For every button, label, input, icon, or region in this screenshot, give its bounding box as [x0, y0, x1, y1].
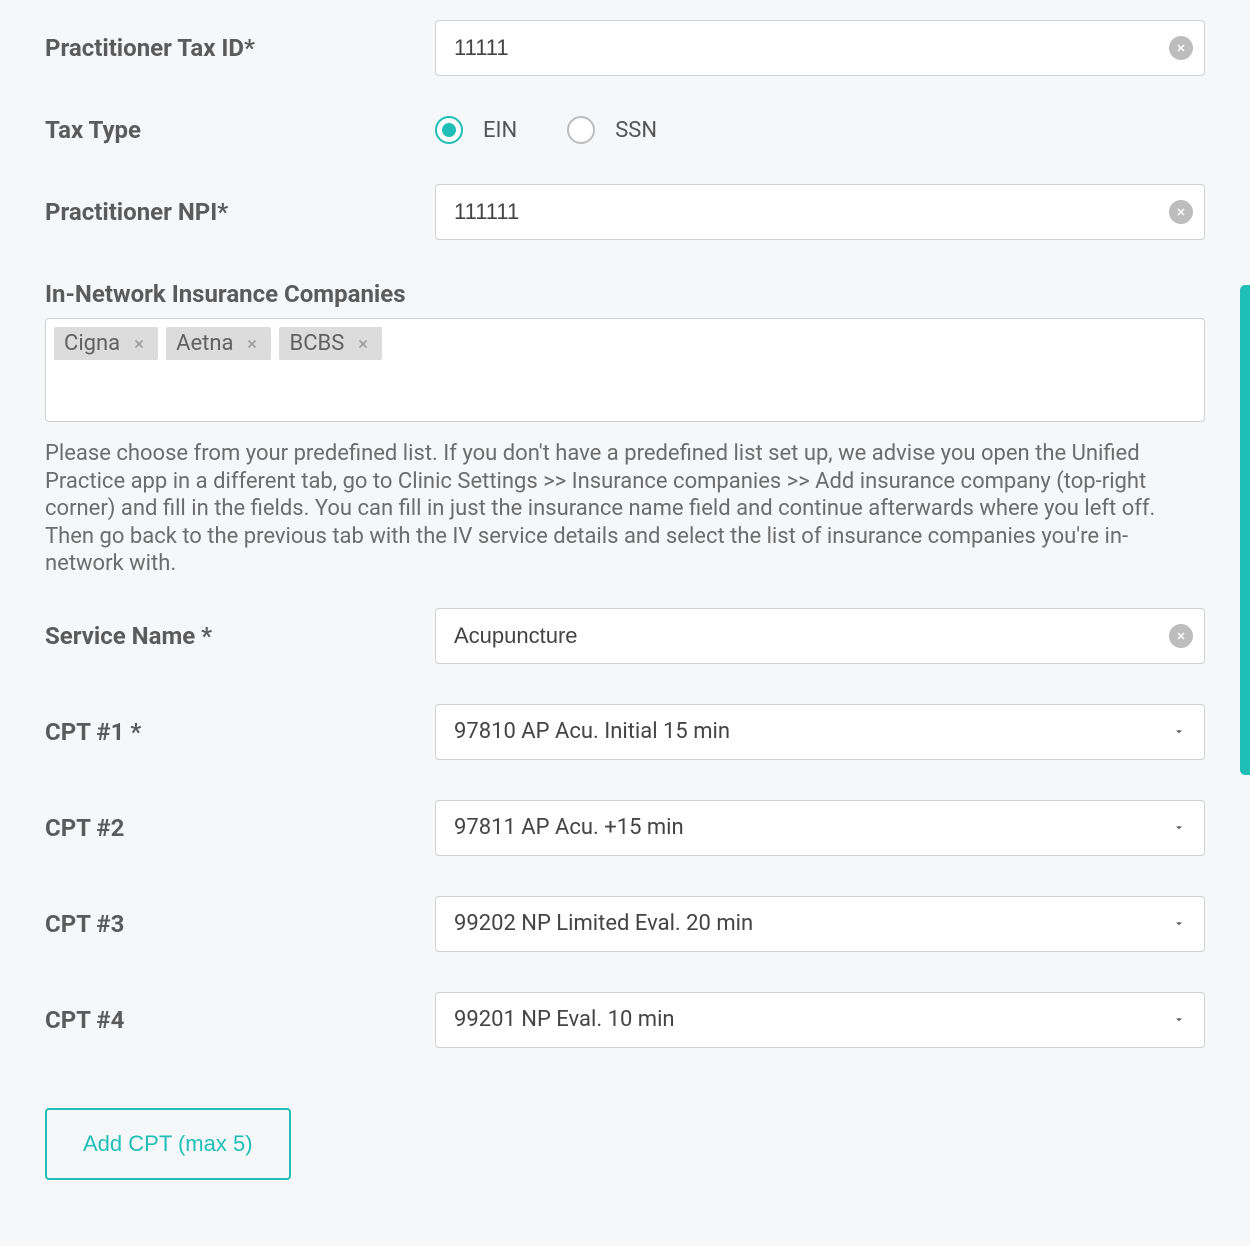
- tag-label: BCBS: [289, 331, 344, 356]
- row-cpt-3: CPT #3 99202 NP Limited Eval. 20 min: [45, 876, 1205, 972]
- label-cpt-3: CPT #3: [45, 910, 435, 938]
- control-tax-type: EIN SSN: [435, 116, 1205, 144]
- cpt-1-select[interactable]: 97810 AP Acu. Initial 15 min: [435, 704, 1205, 760]
- label-npi: Practitioner NPI*: [45, 198, 435, 226]
- row-npi: Practitioner NPI*: [45, 164, 1205, 260]
- chevron-down-icon: [1172, 815, 1186, 840]
- label-insurance: In-Network Insurance Companies: [45, 280, 1205, 308]
- radio-ssn[interactable]: SSN: [567, 116, 657, 144]
- label-cpt-1: CPT #1 *: [45, 718, 435, 746]
- remove-tag-icon[interactable]: [130, 335, 148, 353]
- cpt-2-select[interactable]: 97811 AP Acu. +15 min: [435, 800, 1205, 856]
- tag-aetna: Aetna: [166, 327, 271, 360]
- cpt-4-select[interactable]: 99201 NP Eval. 10 min: [435, 992, 1205, 1048]
- cpt-2-value: 97811 AP Acu. +15 min: [454, 815, 684, 840]
- insurance-helper-text: Please choose from your predefined list.…: [45, 440, 1205, 578]
- label-cpt-2: CPT #2: [45, 814, 435, 842]
- row-service-name: Service Name *: [45, 578, 1205, 684]
- row-cpt-2: CPT #2 97811 AP Acu. +15 min: [45, 780, 1205, 876]
- chevron-down-icon: [1172, 719, 1186, 744]
- row-insurance: In-Network Insurance Companies Cigna Aet…: [45, 280, 1205, 578]
- cpt-1-value: 97810 AP Acu. Initial 15 min: [454, 719, 730, 744]
- cpt-3-value: 99202 NP Limited Eval. 20 min: [454, 911, 753, 936]
- tag-label: Cigna: [64, 331, 120, 356]
- radio-icon: [567, 116, 595, 144]
- label-tax-type: Tax Type: [45, 116, 435, 144]
- control-service-name: [435, 608, 1205, 664]
- radio-label-ein: EIN: [483, 118, 517, 143]
- control-npi: [435, 184, 1205, 240]
- control-cpt-2: 97811 AP Acu. +15 min: [435, 800, 1205, 856]
- form-page: Practitioner Tax ID* Tax Type EIN SSN: [0, 0, 1250, 1246]
- label-cpt-4: CPT #4: [45, 1006, 435, 1034]
- service-name-input[interactable]: [435, 608, 1205, 664]
- remove-tag-icon[interactable]: [243, 335, 261, 353]
- chevron-down-icon: [1172, 911, 1186, 936]
- remove-tag-icon[interactable]: [354, 335, 372, 353]
- tag-label: Aetna: [176, 331, 233, 356]
- tag-cigna: Cigna: [54, 327, 158, 360]
- label-service-name: Service Name *: [45, 622, 435, 650]
- insurance-tag-input[interactable]: Cigna Aetna BCBS: [45, 318, 1205, 422]
- npi-input[interactable]: [435, 184, 1205, 240]
- cpt-4-value: 99201 NP Eval. 10 min: [454, 1007, 675, 1032]
- clear-icon[interactable]: [1169, 624, 1193, 648]
- row-cpt-4: CPT #4 99201 NP Eval. 10 min: [45, 972, 1205, 1068]
- tag-bcbs: BCBS: [279, 327, 382, 360]
- row-tax-type: Tax Type EIN SSN: [45, 96, 1205, 164]
- row-tax-id: Practitioner Tax ID*: [45, 0, 1205, 96]
- cpt-3-select[interactable]: 99202 NP Limited Eval. 20 min: [435, 896, 1205, 952]
- control-tax-id: [435, 20, 1205, 76]
- radio-label-ssn: SSN: [615, 118, 657, 143]
- control-cpt-3: 99202 NP Limited Eval. 20 min: [435, 896, 1205, 952]
- clear-icon[interactable]: [1169, 36, 1193, 60]
- add-cpt-button[interactable]: Add CPT (max 5): [45, 1108, 291, 1180]
- tax-type-radio-group: EIN SSN: [435, 116, 1205, 144]
- label-tax-id: Practitioner Tax ID*: [45, 34, 435, 62]
- control-cpt-1: 97810 AP Acu. Initial 15 min: [435, 704, 1205, 760]
- tax-id-input[interactable]: [435, 20, 1205, 76]
- chevron-down-icon: [1172, 1007, 1186, 1032]
- radio-ein[interactable]: EIN: [435, 116, 517, 144]
- control-cpt-4: 99201 NP Eval. 10 min: [435, 992, 1205, 1048]
- row-cpt-1: CPT #1 * 97810 AP Acu. Initial 15 min: [45, 684, 1205, 780]
- clear-icon[interactable]: [1169, 200, 1193, 224]
- radio-icon: [435, 116, 463, 144]
- accent-scrollbar[interactable]: [1240, 285, 1250, 775]
